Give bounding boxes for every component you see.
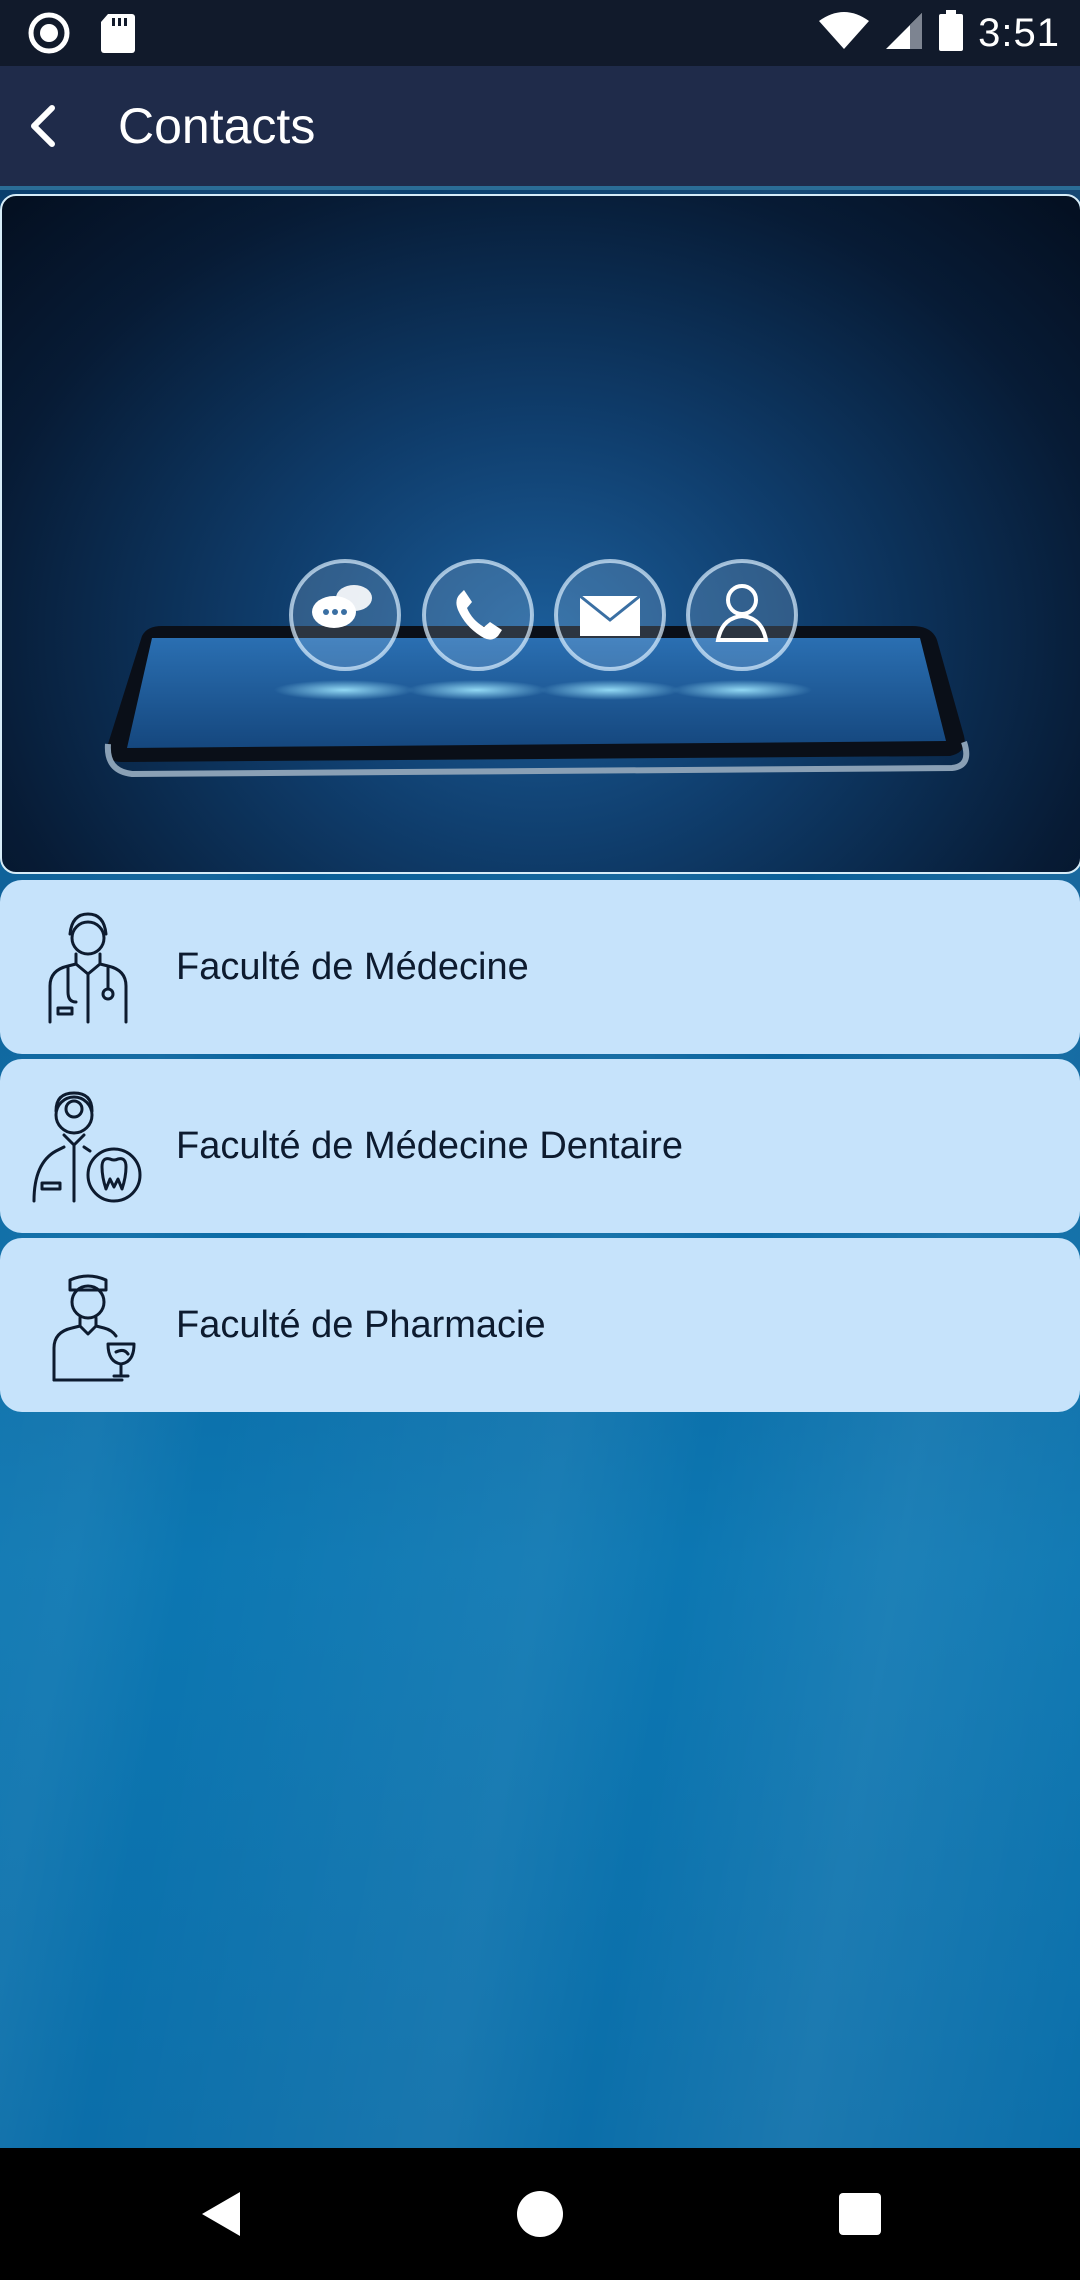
recents-nav-icon xyxy=(839,2193,881,2235)
back-button[interactable] xyxy=(12,94,76,158)
signal-icon xyxy=(884,11,924,56)
nav-back-button[interactable] xyxy=(184,2178,256,2250)
nav-recents-button[interactable] xyxy=(824,2178,896,2250)
back-arrow-icon xyxy=(31,105,55,147)
page-title: Contacts xyxy=(118,98,316,154)
sd-card-icon xyxy=(100,12,136,59)
list-item-faculte-pharmacie[interactable]: Faculté de Pharmacie xyxy=(0,1238,1080,1412)
home-nav-icon xyxy=(517,2191,563,2237)
pharmacist-icon xyxy=(26,1266,150,1384)
list-item-faculte-medecine[interactable]: Faculté de Médecine xyxy=(0,880,1080,1054)
person-icon xyxy=(686,559,798,671)
app-bar: Contacts xyxy=(0,66,1080,190)
mail-icon xyxy=(554,559,666,671)
chat-icon xyxy=(289,559,401,671)
dentist-icon xyxy=(26,1087,150,1205)
list-item-label: Faculté de Médecine xyxy=(176,946,529,988)
status-bar: 3:51 xyxy=(0,0,1080,66)
nav-home-button[interactable] xyxy=(504,2178,576,2250)
contact-banner-image xyxy=(0,194,1080,874)
wifi-icon xyxy=(818,11,870,56)
doctor-icon xyxy=(26,908,150,1026)
status-time: 3:51 xyxy=(978,11,1060,55)
phone-icon xyxy=(422,559,534,671)
system-nav-bar xyxy=(0,2148,1080,2280)
list-item-faculte-medecine-dentaire[interactable]: Faculté de Médecine Dentaire xyxy=(0,1059,1080,1233)
list-item-label: Faculté de Médecine Dentaire xyxy=(176,1125,683,1167)
record-icon xyxy=(28,12,70,59)
back-nav-icon xyxy=(202,2192,240,2236)
battery-icon xyxy=(938,9,964,57)
list-item-label: Faculté de Pharmacie xyxy=(176,1304,546,1346)
